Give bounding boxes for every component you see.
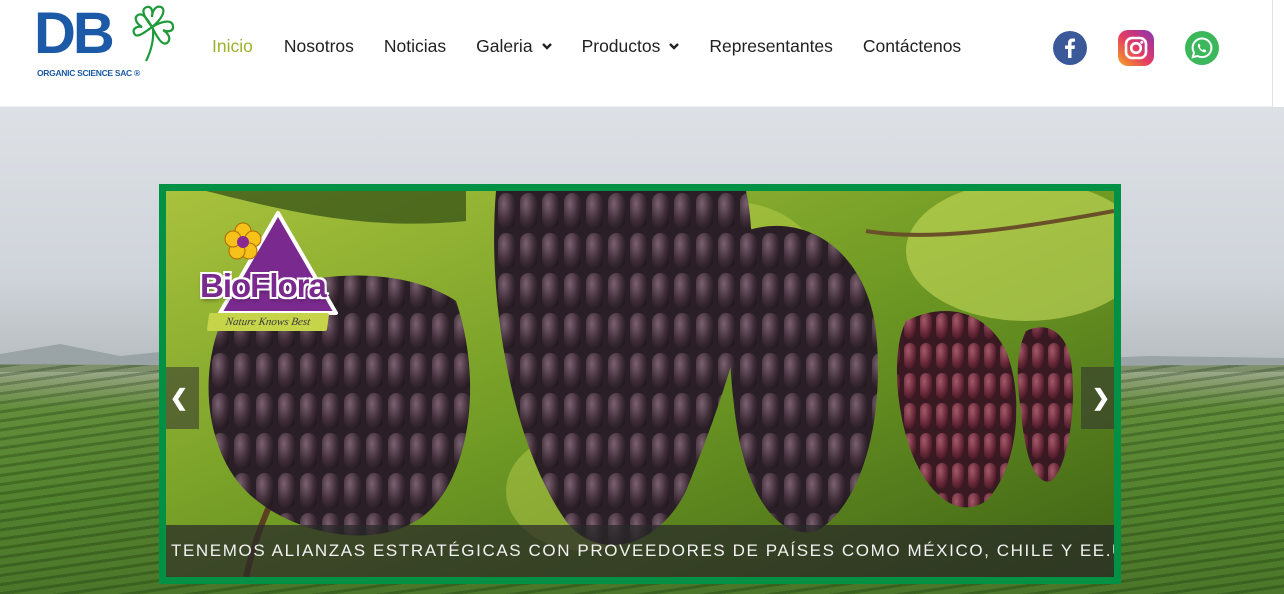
site-header: DB ORGANIC SCIENCE SAC ® Inicio Nosotros… <box>0 0 1284 107</box>
slide-caption: TENEMOS ALIANZAS ESTRATÉGICAS CON PROVEE… <box>166 525 1114 577</box>
nav-item-contactenos[interactable]: Contáctenos <box>863 36 961 57</box>
logo-text: DB <box>34 1 115 66</box>
instagram-icon <box>1124 36 1148 60</box>
nav-item-label: Nosotros <box>283 35 354 56</box>
whatsapp-icon <box>1191 37 1213 59</box>
whatsapp-link[interactable] <box>1185 31 1219 65</box>
instagram-link[interactable] <box>1118 30 1154 66</box>
nav-item-inicio[interactable]: Inicio <box>212 36 253 57</box>
company-logo[interactable]: DB ORGANIC SCIENCE SAC ® <box>34 3 176 81</box>
image-slider: BioFlora Nature Knows Best TENEMOS ALIAN… <box>159 184 1121 584</box>
slide-caption-text: TENEMOS ALIANZAS ESTRATÉGICAS CON PROVEE… <box>171 541 1114 560</box>
chevron-right-icon: ❯ <box>1091 385 1111 410</box>
nav-item-label: Productos <box>581 35 661 56</box>
chevron-left-icon: ❮ <box>169 385 189 410</box>
nav-item-label: Inicio <box>212 35 253 56</box>
nav-item-label: Galeria <box>476 35 533 56</box>
bioflora-logo: BioFlora Nature Knows Best <box>198 205 338 331</box>
slider-next-button[interactable]: ❯ <box>1081 367 1114 429</box>
bioflora-badge-icon <box>218 211 338 315</box>
nav-item-label: Representantes <box>709 35 833 56</box>
scrollbar-edge <box>1272 0 1284 107</box>
nav-item-label: Noticias <box>383 35 447 56</box>
nav-item-noticias[interactable]: Noticias <box>384 36 446 57</box>
nav-item-representantes[interactable]: Representantes <box>709 36 833 57</box>
facebook-link[interactable] <box>1053 31 1087 65</box>
facebook-icon <box>1065 38 1075 58</box>
slider-prev-button[interactable]: ❮ <box>166 367 199 429</box>
chevron-down-icon <box>541 43 552 50</box>
nav-item-productos[interactable]: Productos <box>582 36 681 57</box>
logo-subtitle: ORGANIC SCIENCE SAC ® <box>37 68 140 78</box>
bioflora-name: BioFlora <box>200 267 327 304</box>
nav-item-nosotros[interactable]: Nosotros <box>284 36 354 57</box>
slide-grapes: BioFlora Nature Knows Best TENEMOS ALIAN… <box>166 191 1114 577</box>
main-navigation: Inicio Nosotros Noticias Galeria Product… <box>212 34 961 58</box>
clover-icon <box>132 5 175 62</box>
chevron-down-icon <box>669 43 680 50</box>
nav-item-label: Contáctenos <box>862 35 962 56</box>
nav-item-galeria[interactable]: Galeria <box>476 36 552 57</box>
bioflora-tagline: Nature Knows Best <box>206 313 330 331</box>
